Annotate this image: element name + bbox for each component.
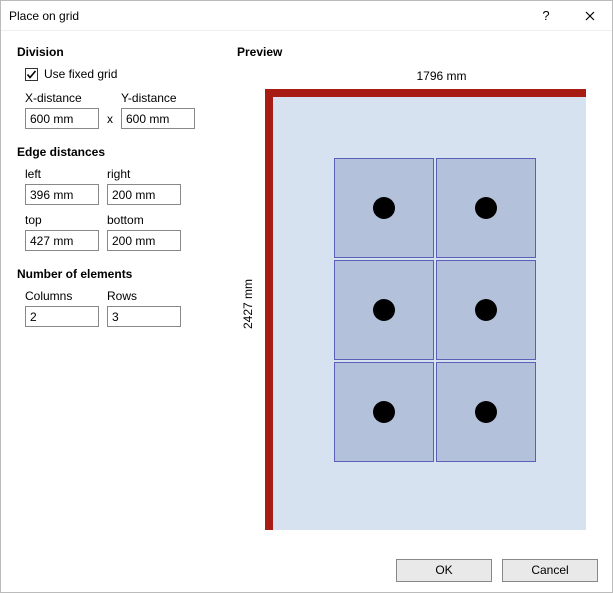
fixed-grid-checkbox[interactable] [25,68,38,81]
element-dot-icon [373,299,395,321]
columns-field: Columns [25,289,99,327]
division-header: Division [17,45,227,59]
element-dot-icon [373,197,395,219]
preview-panel: Preview 1796 mm 2427 mm [237,45,596,540]
x-distance-input[interactable] [25,108,99,129]
edge-right-label: right [107,167,181,181]
element-dot-icon [475,299,497,321]
rows-input[interactable] [107,306,181,327]
edge-tb-row: top bottom [25,213,227,251]
edge-top-input[interactable] [25,230,99,251]
ok-button[interactable]: OK [396,559,492,582]
edge-left-label: left [25,167,99,181]
element-dot-icon [475,197,497,219]
edge-left-input[interactable] [25,184,99,205]
form-panel: Division Use fixed grid X-distance x Y-d… [17,45,227,540]
grid-cell [436,260,536,360]
edge-top-label: top [25,213,99,227]
preview-area: 1796 mm 2427 mm [237,67,596,540]
preview-width-label: 1796 mm [287,69,596,83]
grid-cell [436,362,536,462]
edge-header: Edge distances [17,145,227,159]
cancel-button[interactable]: Cancel [502,559,598,582]
preview-height-label: 2427 mm [239,67,257,540]
grid-cell [334,362,434,462]
grid-cell [334,158,434,258]
edge-bottom-field: bottom [107,213,181,251]
grid-overlay [333,157,537,463]
edge-section: Edge distances left right top bottom [17,145,227,251]
edge-right-input[interactable] [107,184,181,205]
distance-row: X-distance x Y-distance [25,91,227,129]
x-distance-label: X-distance [25,91,99,105]
slab [265,89,586,530]
titlebar: Place on grid ? [1,1,612,31]
y-distance-input[interactable] [121,108,195,129]
edge-left-field: left [25,167,99,205]
slab-wrapper [265,89,586,530]
y-distance-field: Y-distance [121,91,195,129]
close-icon [585,11,595,21]
fixed-grid-row: Use fixed grid [25,67,227,81]
columns-input[interactable] [25,306,99,327]
edge-lr-row: left right [25,167,227,205]
columns-label: Columns [25,289,99,303]
preview-header: Preview [237,45,596,59]
help-button[interactable]: ? [524,1,568,31]
dialog-content: Division Use fixed grid X-distance x Y-d… [1,31,612,548]
close-button[interactable] [568,1,612,31]
rows-field: Rows [107,289,181,327]
count-row: Columns Rows [25,289,227,327]
edge-top-field: top [25,213,99,251]
window-title: Place on grid [9,9,524,23]
count-section: Number of elements Columns Rows [17,267,227,327]
count-header: Number of elements [17,267,227,281]
x-distance-field: X-distance [25,91,99,129]
edge-right-field: right [107,167,181,205]
grid-cell [334,260,434,360]
element-dot-icon [475,401,497,423]
element-dot-icon [373,401,395,423]
dialog-buttons: OK Cancel [1,548,612,592]
grid-cell [436,158,536,258]
y-distance-label: Y-distance [121,91,195,105]
rows-label: Rows [107,289,181,303]
division-section: Division Use fixed grid X-distance x Y-d… [17,45,227,129]
edge-bottom-label: bottom [107,213,181,227]
checkmark-icon [26,69,37,80]
edge-bottom-input[interactable] [107,230,181,251]
fixed-grid-label: Use fixed grid [44,67,117,81]
distance-separator: x [107,112,113,129]
